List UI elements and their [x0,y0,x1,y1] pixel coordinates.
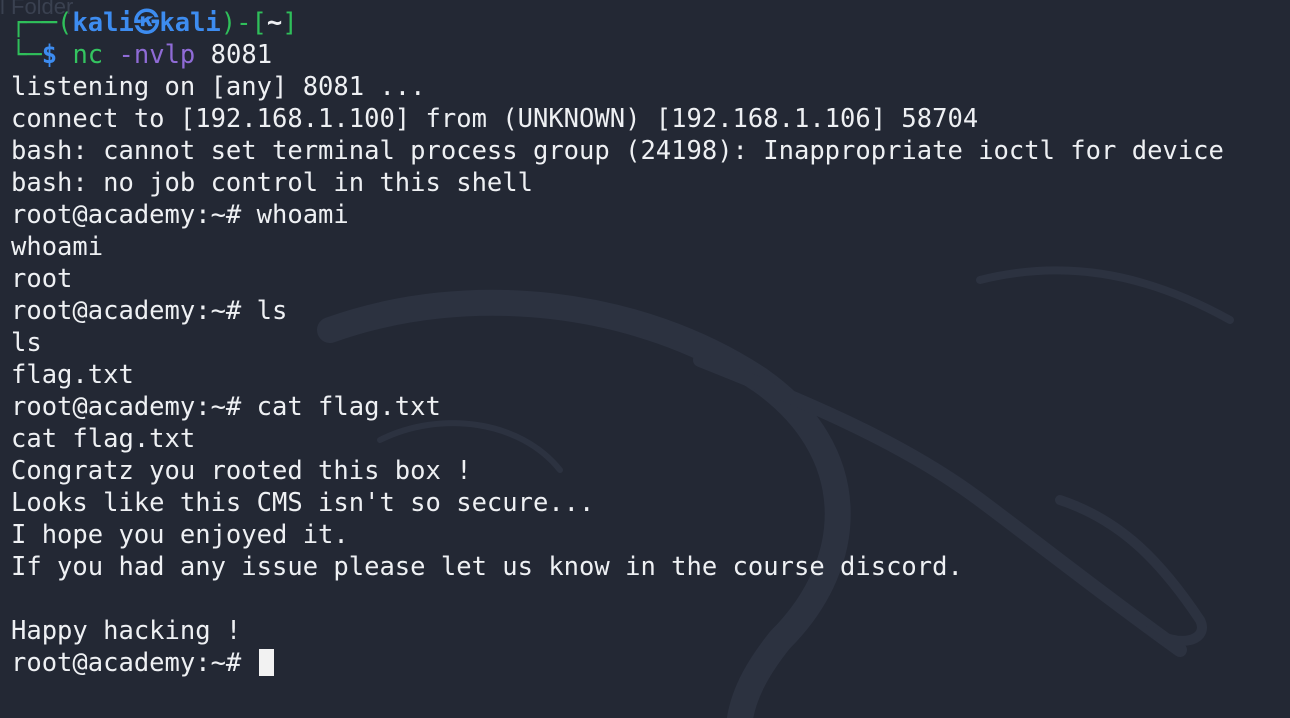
command-flag: -nvlp [118,40,196,70]
output-line: If you had any issue please let us know … [11,552,963,582]
output-line: Looks like this CMS isn't so secure... [11,488,595,518]
output-line: bash: no job control in this shell [11,168,533,198]
output-line: root@academy:~# cat flag.txt [11,392,441,422]
prompt-user: kali [72,8,134,38]
shell-prompt-top: ┌──(kali㉿kali)-[~] [11,7,1224,39]
command-name: nc [72,40,104,70]
prompt-dollar: $ [41,40,58,70]
prompt-frame-bottom: └─ [11,40,42,70]
output-line: bash: cannot set terminal process group … [11,136,1224,166]
output-line: Congratz you rooted this box ! [11,456,472,486]
command-arg: 8081 [210,40,273,70]
output-line: whoami [11,232,104,262]
output-line: Happy hacking ! [11,616,242,646]
output-line: I hope you enjoyed it. [11,520,349,550]
output-line: root@academy:~# ls [11,296,288,326]
output-line: cat flag.txt [11,424,196,454]
output-line: root [11,264,73,294]
prompt-host: kali [159,8,221,38]
shell-prompt-bottom: └─$ nc -nvlp 8081 [11,39,1224,71]
terminal-window[interactable]: l Folder ┌──(kali㉿kali)-[~] └─$ nc -nvlp… [0,0,1290,718]
prompt-at-symbol: ㉿ [133,8,160,38]
prompt-dir-open: )-[ [220,8,267,38]
output-line: listening on [any] 8081 ... [11,72,426,102]
prompt-dir: ~ [266,8,283,38]
output-line: connect to [192.168.1.100] from (UNKNOWN… [11,104,979,134]
prompt-dir-close: ] [282,8,298,38]
output-line: root@academy:~# whoami [11,200,349,230]
prompt-frame-left: ┌──( [11,8,73,38]
root-prompt: root@academy:~# [11,648,257,678]
text-cursor[interactable] [258,649,274,676]
active-prompt-line[interactable]: root@academy:~# [11,647,1224,679]
terminal-output: ┌──(kali㉿kali)-[~] └─$ nc -nvlp 8081 lis… [11,7,1224,679]
output-line: flag.txt [11,360,134,390]
output-line: ls [11,328,42,358]
